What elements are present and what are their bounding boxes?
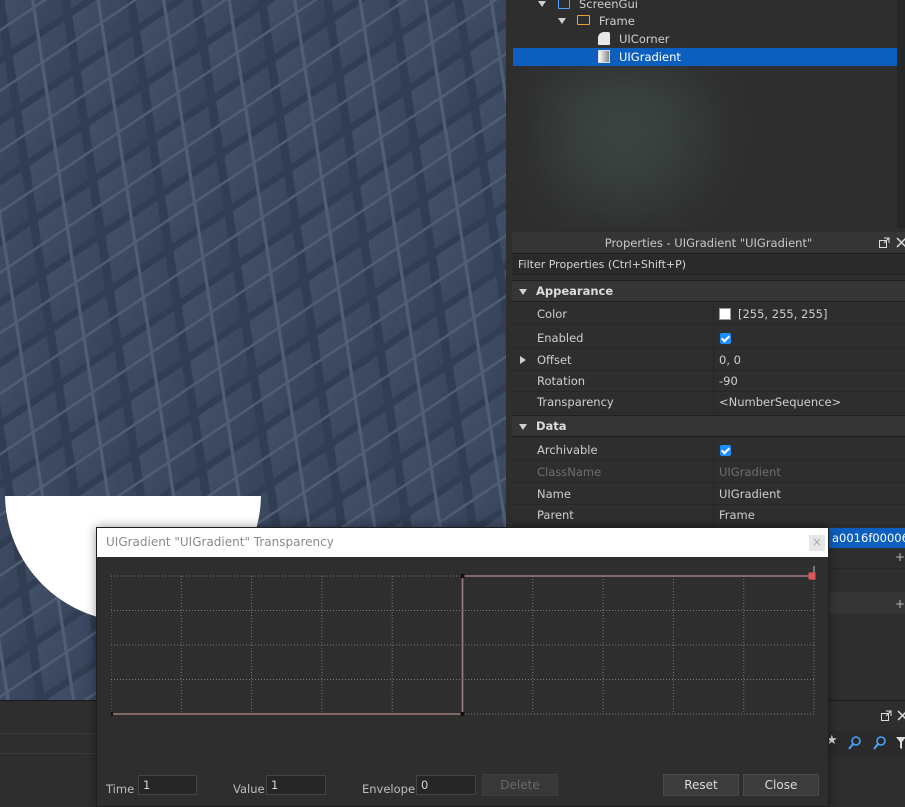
property-name: Enabled [537,331,584,345]
tree-item-label: UICorner [619,32,670,46]
category-label: Data [536,419,567,433]
tree-item-frame[interactable]: Frame [512,12,902,30]
category-data[interactable]: Data [512,415,905,437]
frame-icon [577,15,590,25]
property-value[interactable]: Frame [713,505,905,526]
uigradient-icon [598,50,610,63]
keypoint[interactable] [460,574,465,578]
search-icon[interactable] [848,736,862,750]
dialog-title: UIGradient "UIGradient" Transparency [97,528,828,557]
add-icon[interactable]: + [895,597,905,611]
property-row-transparency[interactable]: Transparency <NumberSequence> [512,392,905,413]
property-name: Offset [537,353,572,367]
property-value[interactable]: 0, 0 [713,350,905,371]
filter-properties-input[interactable]: Filter Properties (Ctrl+Shift+P) [512,255,905,275]
chevron-down-icon[interactable] [519,289,527,295]
archivable-checkbox[interactable] [720,445,731,456]
property-row-name[interactable]: Name UIGradient [512,484,905,505]
property-name: Color [537,307,568,321]
toolbox-panel: ★ [818,700,905,807]
undock-icon[interactable] [881,710,892,721]
color-swatch[interactable] [719,308,731,320]
tree-item-label: UIGradient [619,50,681,64]
property-value[interactable]: UIGradient [713,484,905,505]
close-icon[interactable]: × [809,535,825,551]
property-name: ClassName [537,465,602,479]
property-value[interactable]: -90 [713,371,905,392]
keypoint[interactable] [808,572,816,580]
chevron-right-icon[interactable] [520,356,526,364]
property-name: Parent [537,508,574,522]
reset-button[interactable]: Reset [663,774,739,796]
close-button[interactable]: Close [743,774,819,796]
close-icon[interactable] [897,710,905,721]
explorer-scrollbar[interactable] [897,0,905,228]
envelope-label: Envelope [362,782,416,796]
category-appearance[interactable]: Appearance [512,280,905,302]
tree-item-label: Frame [599,14,635,28]
explorer-panel: ScreenGui Frame UICorner UIGradient [512,0,905,228]
property-row-archivable[interactable]: Archivable [512,440,905,461]
filter-icon[interactable] [896,736,905,750]
studio-window: ScreenGui Frame UICorner UIGradient Prop… [0,0,905,807]
keypoint[interactable] [111,712,113,716]
property-name: Archivable [537,443,598,457]
enabled-checkbox[interactable] [720,333,731,344]
uicorner-icon [598,32,610,45]
property-value[interactable]: [255, 255, 255] [713,304,905,325]
property-row-offset[interactable]: Offset 0, 0 [512,350,905,371]
color-value: [255, 255, 255] [738,307,828,321]
add-icon[interactable]: + [895,550,905,564]
property-name: Transparency [537,395,614,409]
chevron-down-icon[interactable] [519,424,527,430]
property-row-classname: ClassName UIGradient [512,462,905,483]
undock-icon[interactable] [879,237,890,248]
value-input[interactable]: 1 [266,775,326,795]
number-sequence-graph[interactable] [111,566,817,750]
selected-value-highlight[interactable]: a0016f000067c7 [828,528,905,548]
chevron-down-icon[interactable] [538,1,546,7]
tree-item-uicorner[interactable]: UICorner [512,30,902,48]
property-value[interactable] [713,440,905,461]
property-row-parent[interactable]: Parent Frame [512,505,905,526]
keypoint[interactable] [460,712,465,716]
search-icon[interactable] [873,736,887,750]
transparency-editor-dialog: UIGradient "UIGradient" Transparency × T… [96,527,829,807]
tree-item-uigradient[interactable]: UIGradient [513,48,901,66]
property-row-enabled[interactable]: Enabled [512,328,905,349]
property-name: Name [537,487,571,501]
tree-item-label: ScreenGui [579,0,638,11]
value-label: Value [233,782,265,796]
property-row-rotation[interactable]: Rotation -90 [512,371,905,392]
delete-button[interactable]: Delete [482,774,558,796]
close-icon[interactable] [896,237,905,248]
category-label: Appearance [536,284,614,298]
property-name: Rotation [537,374,586,388]
property-row-color[interactable]: Color [255, 255, 255] [512,304,905,325]
property-value[interactable]: <NumberSequence> [713,392,905,413]
envelope-input[interactable]: 0 [416,775,476,795]
chevron-down-icon[interactable] [558,18,566,24]
time-label: Time [106,782,135,796]
screengui-icon [558,0,570,9]
time-input[interactable]: 1 [138,775,197,795]
property-value[interactable] [713,328,905,349]
property-value: UIGradient [713,462,905,483]
properties-title: Properties - UIGradient "UIGradient" [512,232,905,254]
